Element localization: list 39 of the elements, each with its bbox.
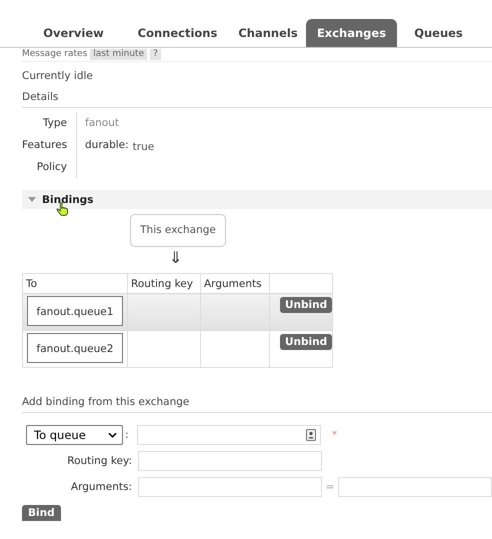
nav-tab[interactable]: Channels (230, 19, 306, 47)
field-label: Routing key: (66, 455, 133, 467)
required-mark: * (332, 430, 337, 440)
section-heading: Add binding from this exchange (22, 394, 492, 413)
help-button[interactable]: ? (150, 48, 161, 60)
nav-tab[interactable]: Queues (397, 19, 480, 47)
status-text: Currently idle (22, 69, 94, 84)
argument-value-field[interactable] (338, 477, 492, 497)
detail-label: Type (22, 112, 77, 134)
detail-label: Features (22, 134, 77, 156)
unbind-button[interactable]: Unbind (280, 334, 332, 350)
queue-link[interactable]: fanout.queue1 (27, 296, 123, 326)
routing-key-field[interactable] (138, 451, 322, 471)
queue-field[interactable] (137, 425, 321, 445)
nav-tab[interactable]: Overview (22, 19, 125, 47)
colon-text: : (124, 429, 130, 441)
unbind-button[interactable]: Unbind (280, 297, 332, 313)
rates-label: Message rates (22, 49, 88, 59)
column-header: To (22, 274, 128, 294)
section-title: Bindings (42, 194, 94, 206)
queue-link[interactable]: fanout.queue2 (27, 333, 123, 363)
rates-selector[interactable]: last minute (90, 48, 148, 60)
nav-tab[interactable]: Connections (125, 19, 230, 47)
contact-card-icon (306, 429, 316, 441)
section-heading: Details (22, 89, 492, 108)
destination-select[interactable]: To queue (26, 425, 123, 445)
argument-key-field[interactable] (138, 477, 322, 497)
down-arrow: ⇓ (169, 247, 184, 269)
equals-sign: = (324, 481, 336, 493)
nav-tab[interactable]: Exchanges (306, 19, 397, 47)
field-label: Arguments: (70, 481, 133, 493)
exchange-node: This exchange (130, 214, 226, 247)
detail-value: fanout (85, 116, 119, 131)
chevron-down-icon (108, 432, 117, 438)
triangle-icon[interactable] (28, 197, 36, 202)
bind-button[interactable]: Bind (22, 505, 61, 521)
detail-value: true (132, 140, 154, 154)
detail-key: durable: (85, 134, 129, 156)
detail-label: Policy (22, 156, 77, 178)
